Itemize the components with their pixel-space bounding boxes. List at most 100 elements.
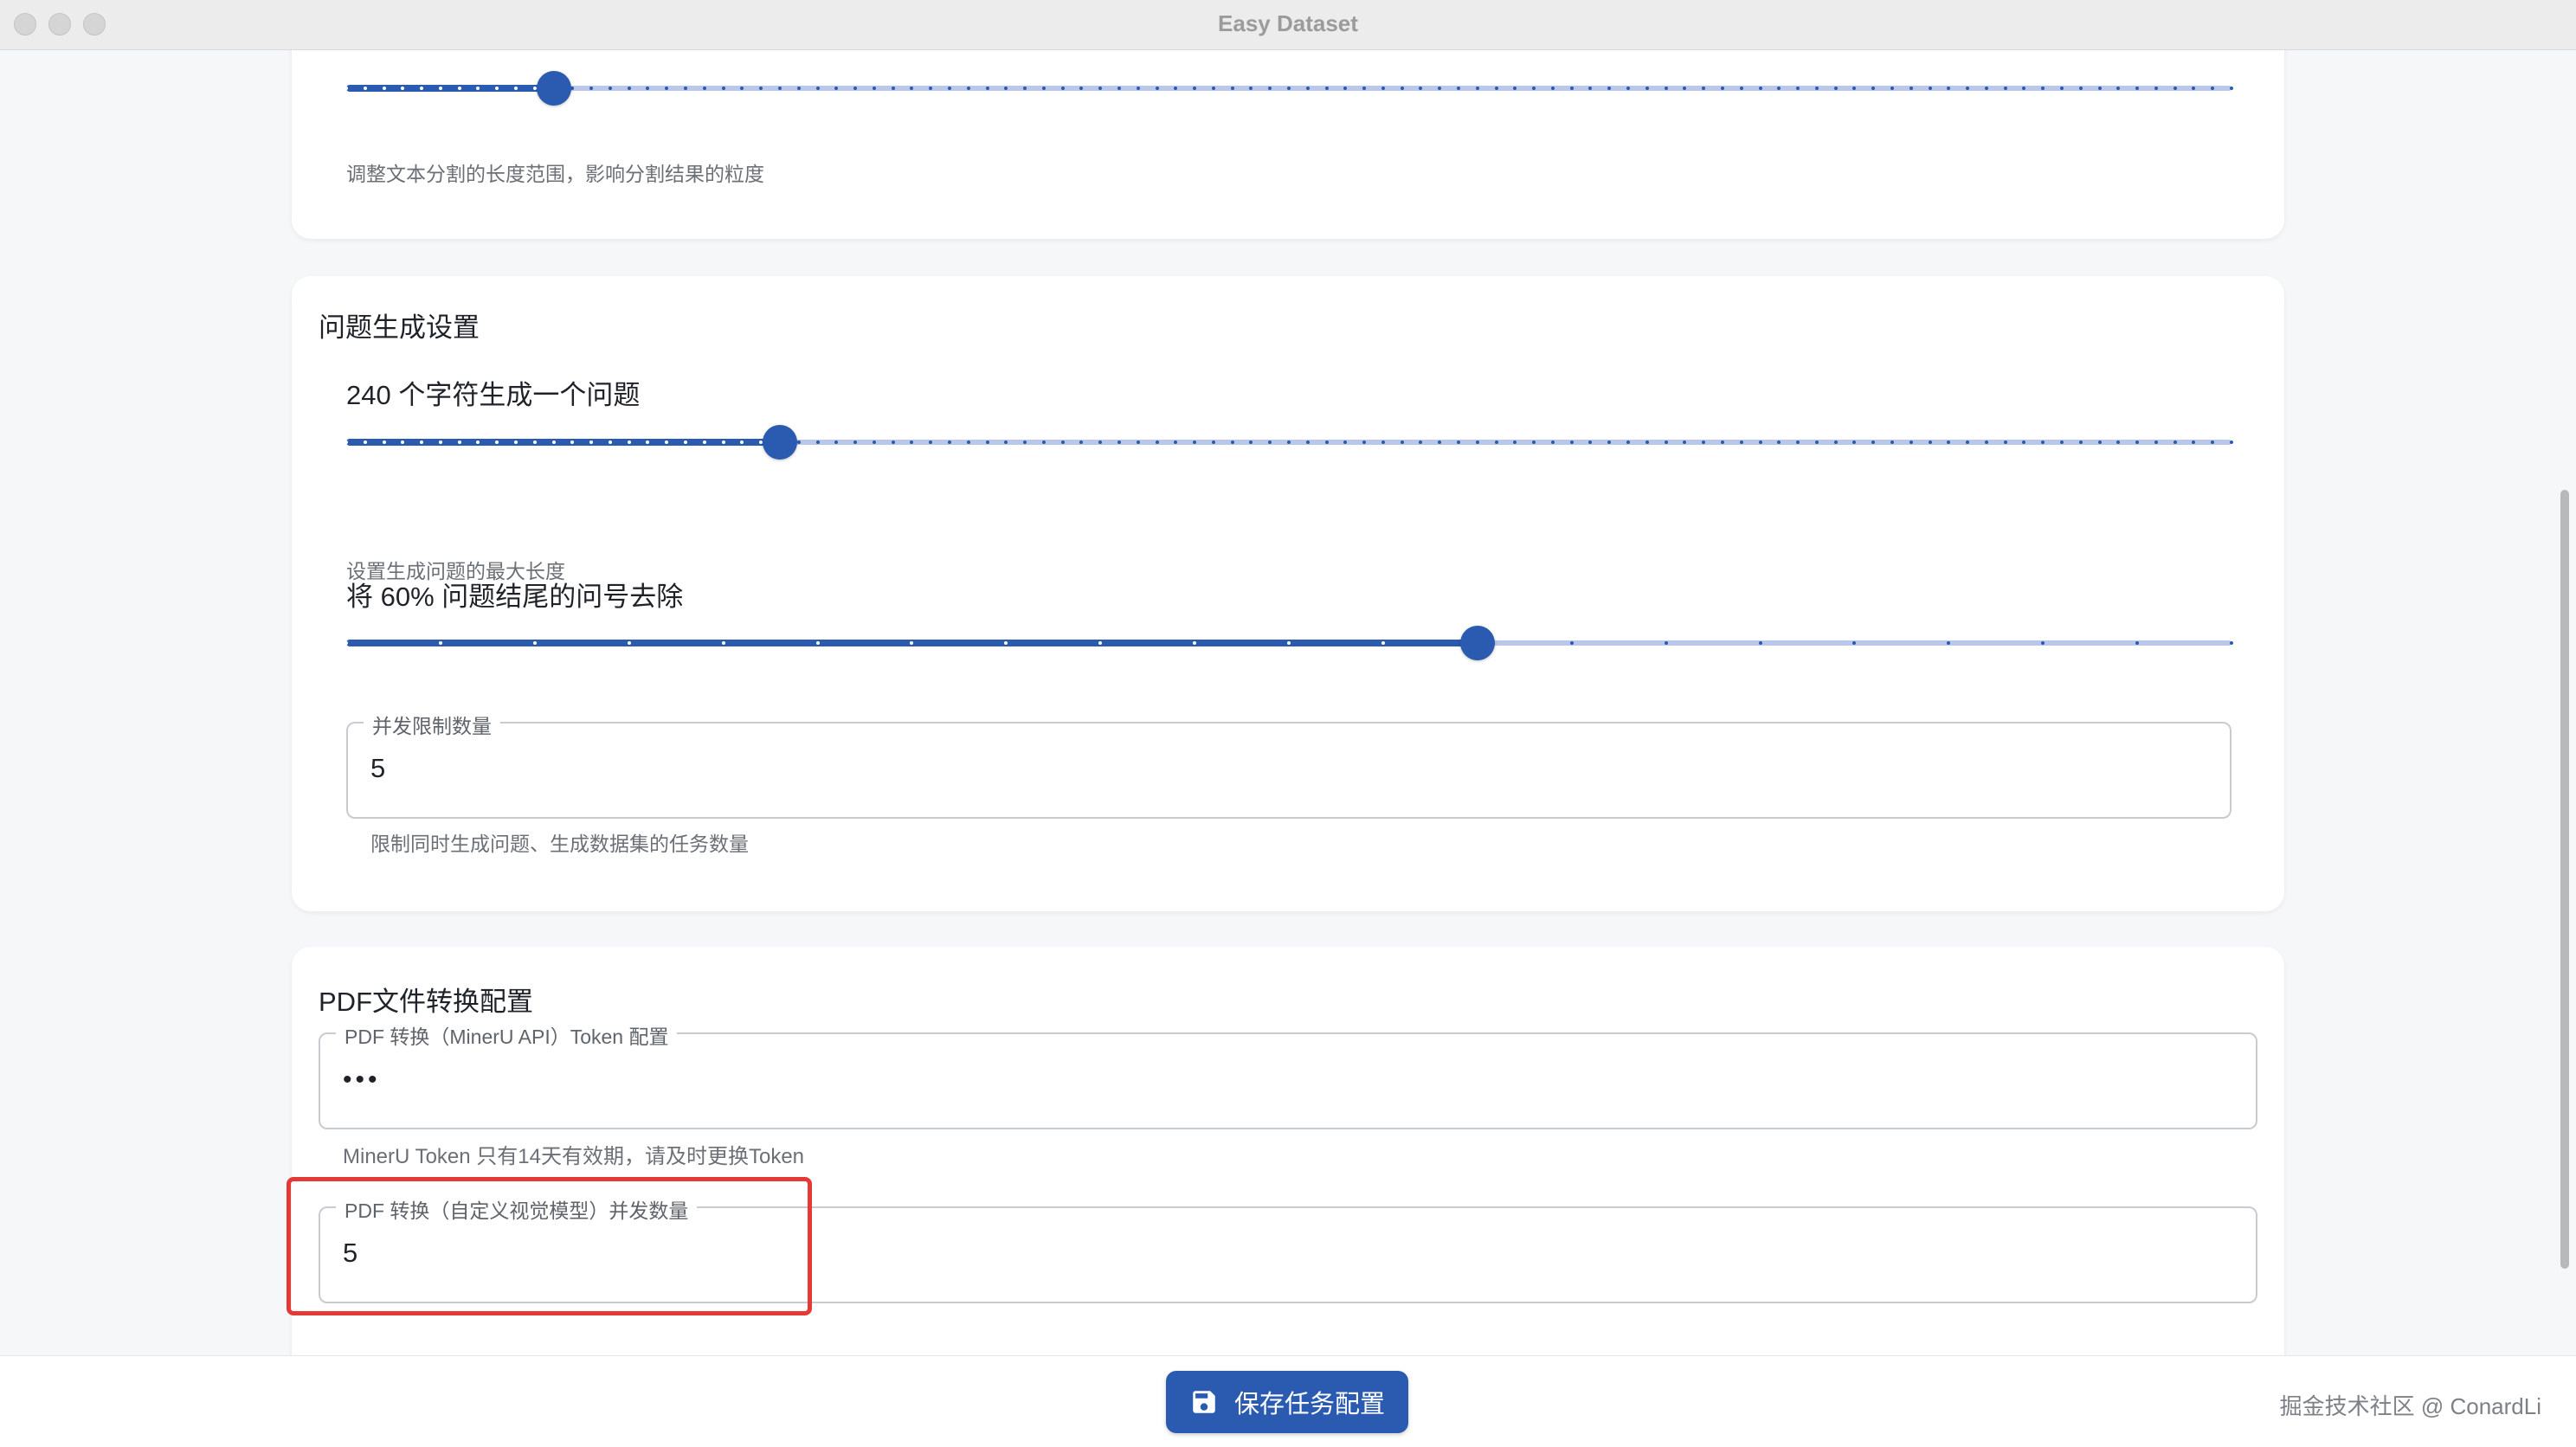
slider-step-mark: [345, 87, 348, 90]
slider-step-mark: [1947, 641, 1950, 645]
slider-step-mark: [1702, 441, 1705, 444]
slider-step-mark: [948, 87, 951, 90]
concurrency-limit-value[interactable]: 5: [370, 753, 385, 784]
slider-step-mark: [1042, 441, 1046, 444]
concurrency-limit-field[interactable]: 并发限制数量 5: [346, 710, 2231, 819]
slider-step-mark: [2154, 441, 2158, 444]
mineru-token-masked-value[interactable]: •••: [343, 1065, 381, 1095]
highlight-box: [287, 1177, 812, 1315]
slider-step-mark: [364, 87, 367, 90]
mineru-token-field[interactable]: PDF 转换（MinerU API）Token 配置 •••: [319, 1020, 2257, 1129]
slider-step-mark: [1419, 87, 1422, 90]
slider-step-mark: [665, 441, 668, 444]
slider-step-mark: [1626, 87, 1630, 90]
slider-step-mark: [1287, 87, 1291, 90]
slider-step-mark: [665, 87, 668, 90]
slider-step-mark: [1079, 87, 1083, 90]
slider-step-mark: [1098, 87, 1102, 90]
slider-step-mark: [703, 87, 706, 90]
slider-step-mark: [1985, 441, 1988, 444]
slider-step-mark: [1381, 441, 1385, 444]
slider-step-mark: [759, 87, 763, 90]
window-title: Easy Dataset: [1218, 10, 1358, 36]
slider-step-mark: [1362, 441, 1366, 444]
slider-step-mark: [1061, 441, 1065, 444]
slider-step-mark: [834, 441, 838, 444]
slider-step-mark: [684, 87, 687, 90]
slider-step-mark: [2022, 87, 2025, 90]
slider-step-mark: [1137, 441, 1140, 444]
slider-step-mark: [514, 441, 518, 444]
slider-step-mark: [2004, 87, 2007, 90]
save-task-config-button[interactable]: 保存任务配置: [1166, 1371, 1408, 1433]
slider-step-mark: [2135, 441, 2139, 444]
slider-step-mark: [439, 87, 442, 90]
slider-step-mark: [1966, 87, 1969, 90]
slider-step-mark: [420, 87, 423, 90]
slider-step-mark: [1268, 87, 1272, 90]
slider-step-mark: [1231, 441, 1234, 444]
slider-step-mark: [1570, 87, 1574, 90]
slider-thumb[interactable]: [1460, 626, 1495, 660]
slider-step-mark: [646, 87, 649, 90]
slider-step-mark: [1890, 441, 1894, 444]
slider-step-mark: [1759, 87, 1762, 90]
slider-step-mark: [1702, 87, 1705, 90]
slider-step-mark: [797, 87, 801, 90]
slider-step-mark: [646, 441, 649, 444]
slider-step-mark: [495, 87, 499, 90]
chars-per-question-slider[interactable]: [345, 425, 2233, 460]
slider-step-mark: [2116, 441, 2120, 444]
slider-step-mark: [740, 87, 744, 90]
slider-step-mark: [1852, 441, 1856, 444]
slider-step-mark: [570, 441, 574, 444]
remove-question-mark-slider[interactable]: [345, 626, 2233, 660]
slider-step-mark: [1061, 87, 1065, 90]
slider-step-mark: [609, 441, 612, 444]
slider-step-mark: [1645, 87, 1649, 90]
slider-step-mark: [1174, 87, 1177, 90]
slider-step-mark: [1570, 441, 1574, 444]
slider-step-mark: [910, 441, 913, 444]
slider-fill: [346, 85, 554, 92]
slider-step-mark: [1117, 87, 1121, 90]
slider-step-mark: [1079, 441, 1083, 444]
slider-step-mark: [2154, 87, 2158, 90]
slider-step-mark: [1871, 87, 1875, 90]
slider-step-mark: [2060, 441, 2064, 444]
text-split-length-slider[interactable]: [345, 71, 2233, 106]
slider-step-mark: [797, 441, 801, 444]
slider-step-mark: [2174, 87, 2177, 90]
slider-step-mark: [1193, 87, 1196, 90]
slider-step-mark: [1362, 87, 1366, 90]
slider-thumb[interactable]: [763, 425, 797, 460]
slider-step-mark: [1665, 641, 1668, 645]
slider-step-mark: [722, 641, 725, 645]
slider-step-mark: [929, 441, 932, 444]
question-settings-title: 问题生成设置: [319, 312, 480, 343]
settings-scroll-area[interactable]: 调整文本分割的长度范围，影响分割结果的粒度 问题生成设置 240 个字符生成一个…: [0, 50, 2576, 1355]
slider-thumb[interactable]: [537, 71, 571, 106]
vertical-scrollbar-thumb[interactable]: [2560, 490, 2569, 1269]
slider-step-mark: [1306, 441, 1310, 444]
slider-step-mark: [2174, 441, 2177, 444]
slider-step-mark: [1796, 87, 1800, 90]
slider-step-mark: [1401, 87, 1404, 90]
slider-step-mark: [589, 87, 593, 90]
slider-step-mark: [967, 441, 970, 444]
slider-step-mark: [2004, 441, 2007, 444]
slider-step-mark: [533, 641, 537, 645]
mineru-token-helper: MinerU Token 只有14天有效期，请及时更换Token: [343, 1145, 805, 1168]
slider-step-mark: [703, 441, 706, 444]
slider-step-mark: [2211, 441, 2214, 444]
slider-step-mark: [401, 441, 404, 444]
remove-question-mark-label: 将 60% 问题结尾的问号去除: [346, 582, 684, 612]
slider-step-mark: [439, 441, 442, 444]
slider-step-mark: [1174, 441, 1177, 444]
slider-step-mark: [1325, 441, 1329, 444]
slider-step-mark: [2079, 441, 2083, 444]
slider-step-mark: [1929, 441, 1932, 444]
slider-step-mark: [1665, 441, 1668, 444]
slider-step-mark: [1834, 441, 1838, 444]
slider-step-mark: [401, 87, 404, 90]
